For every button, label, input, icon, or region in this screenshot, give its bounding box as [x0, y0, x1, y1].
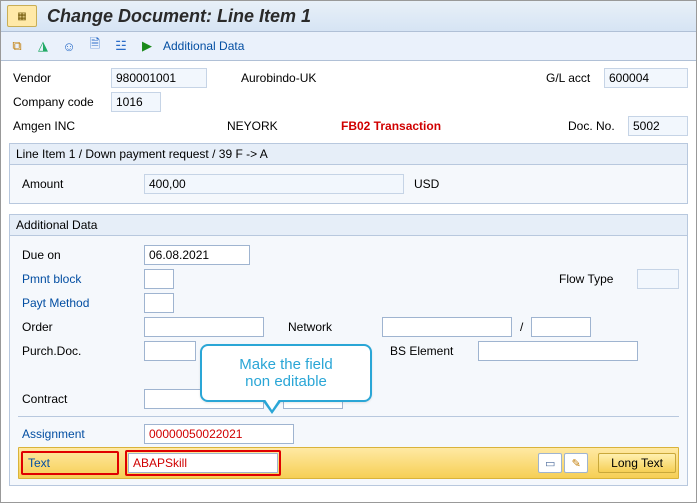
- flow-type-value: [637, 269, 679, 289]
- payt-method-input[interactable]: [144, 293, 174, 313]
- person-icon[interactable]: ☺: [59, 36, 79, 56]
- stack-icon[interactable]: ☳: [111, 36, 131, 56]
- text-row-highlight: Text ▭ ✎ Long Text: [18, 447, 679, 479]
- callout-line2: non editable: [216, 373, 356, 390]
- text-label-link[interactable]: Text: [24, 454, 116, 472]
- additional-data-section-header: Additional Data: [9, 214, 688, 236]
- company-city: NEYORK: [227, 119, 307, 133]
- vendor-name: Aurobindo-UK: [241, 71, 391, 85]
- callout-annotation: Make the field non editable: [200, 344, 372, 402]
- company-name: Amgen INC: [9, 119, 223, 133]
- vendor-value: 980001001: [111, 68, 207, 88]
- assignment-input[interactable]: [144, 424, 294, 444]
- line-item-section-header: Line Item 1 / Down payment request / 39 …: [9, 143, 688, 165]
- callout-line1: Make the field: [216, 356, 356, 373]
- purch-doc-input[interactable]: [144, 341, 196, 361]
- title-bar: ▦ Change Document: Line Item 1: [1, 1, 696, 32]
- flow-type-label: Flow Type: [555, 270, 633, 288]
- purch-doc-label: Purch.Doc.: [18, 342, 140, 360]
- due-on-label: Due on: [18, 246, 140, 264]
- doc-no-value: 5002: [628, 116, 688, 136]
- text-input[interactable]: [128, 453, 278, 473]
- company-code-label: Company code: [9, 93, 107, 111]
- order-label: Order: [18, 318, 140, 336]
- long-text-icon[interactable]: ✎: [564, 453, 588, 473]
- gl-acct-label: G/L acct: [542, 69, 600, 87]
- additional-data-icon[interactable]: ▶: [137, 36, 157, 56]
- long-text-button-label: Long Text: [611, 456, 663, 470]
- wbs-element-label: BS Element: [390, 344, 474, 358]
- additional-data-section-body: Due on Pmnt block Flow Type Payt Method …: [9, 236, 688, 486]
- doc-no-label: Doc. No.: [564, 117, 624, 135]
- toolbar: ⧉ ◮ ☺ 🗎 ☳ ▶ Additional Data: [1, 32, 696, 61]
- fb02-annotation: FB02 Transaction: [341, 119, 441, 133]
- copy-icon[interactable]: ⧉: [7, 36, 27, 56]
- assignment-link[interactable]: Assignment: [18, 425, 140, 443]
- due-on-input[interactable]: [144, 245, 250, 265]
- amount-value: 400,00: [144, 174, 404, 194]
- line-item-section-body: Amount 400,00 USD: [9, 165, 688, 204]
- order-input[interactable]: [144, 317, 264, 337]
- mountain-icon[interactable]: ◮: [33, 36, 53, 56]
- network-activity-input[interactable]: [531, 317, 591, 337]
- amount-label: Amount: [18, 175, 140, 193]
- network-input[interactable]: [382, 317, 512, 337]
- amount-currency: USD: [414, 177, 439, 191]
- long-text-button[interactable]: Long Text: [598, 453, 676, 473]
- value-help-icon[interactable]: ▭: [538, 453, 562, 473]
- page-title: Change Document: Line Item 1: [47, 6, 311, 27]
- pmnt-block-link[interactable]: Pmnt block: [18, 270, 140, 288]
- payt-method-link[interactable]: Payt Method: [18, 294, 140, 312]
- document-icon[interactable]: 🗎: [85, 36, 105, 56]
- vendor-label: Vendor: [9, 69, 107, 87]
- network-label: Network: [288, 320, 378, 334]
- divider: [18, 416, 679, 417]
- sap-app-icon: ▦: [7, 5, 37, 27]
- gl-acct-value: 600004: [604, 68, 688, 88]
- pmnt-block-input[interactable]: [144, 269, 174, 289]
- contract-label: Contract: [18, 390, 140, 408]
- wbs-element-input[interactable]: [478, 341, 638, 361]
- company-code-value: 1016: [111, 92, 161, 112]
- additional-data-link[interactable]: Additional Data: [163, 39, 244, 53]
- network-slash: /: [520, 320, 523, 334]
